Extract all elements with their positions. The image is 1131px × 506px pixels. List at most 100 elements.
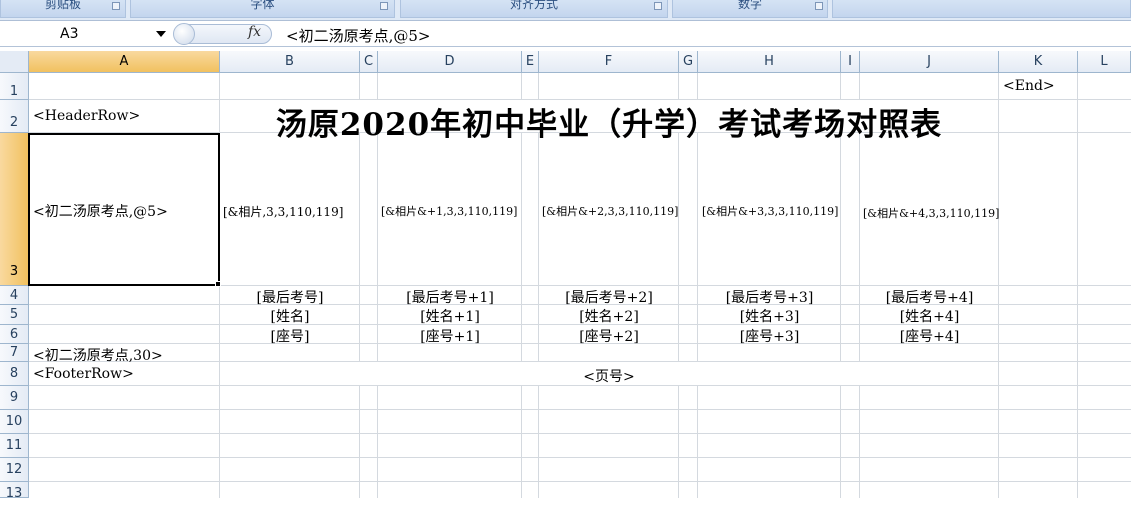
clipboard-launcher-icon[interactable] — [112, 2, 120, 10]
row-header-12[interactable]: 12 — [0, 458, 29, 482]
ribbon-group-font[interactable]: 字体 — [130, 0, 395, 18]
row-header-13[interactable]: 13 — [0, 482, 29, 501]
column-header-i[interactable]: I — [841, 51, 860, 73]
column-header-l[interactable]: L — [1078, 51, 1131, 73]
column-header-k[interactable]: K — [999, 51, 1078, 73]
formula-input-value: <初二汤原考点,@5> — [286, 27, 431, 45]
cell-f3-text: [&相片&+2,3,3,110,119] — [542, 205, 679, 218]
cell-a2-text: <HeaderRow> — [33, 108, 141, 124]
cell-j3[interactable]: [&相片&+4,3,3,110,119] — [863, 205, 999, 221]
column-header-f[interactable]: F — [539, 51, 679, 73]
formula-input[interactable]: <初二汤原考点,@5> — [286, 25, 430, 46]
column-header-e[interactable]: E — [522, 51, 539, 73]
row-header-8[interactable]: 8 — [0, 362, 29, 386]
column-label: J — [927, 54, 931, 69]
row-header-5[interactable]: 5 — [0, 305, 29, 325]
cell-f5[interactable]: [姓名+2] — [539, 306, 679, 326]
name-box-value: A3 — [60, 26, 79, 42]
cell-j5-text: [姓名+4] — [899, 309, 960, 325]
sheet-title[interactable]: 汤原2020年初中毕业（升学）考试考场对照表 — [220, 99, 998, 144]
column-label: D — [444, 54, 455, 69]
cell-b6[interactable]: [座号] — [220, 326, 360, 346]
row-header-1[interactable]: 1 — [0, 73, 29, 100]
column-label: I — [848, 54, 852, 69]
resize-handle-icon[interactable] — [173, 23, 195, 45]
cell-b4[interactable]: [最后考号] — [220, 287, 360, 307]
row-header-4[interactable]: 4 — [0, 286, 29, 305]
cell-h6-text: [座号+3] — [739, 329, 800, 345]
cell-j6[interactable]: [座号+4] — [860, 326, 999, 346]
fill-handle[interactable] — [215, 281, 221, 287]
column-label: E — [525, 54, 535, 69]
column-label: L — [1100, 54, 1108, 69]
column-header-g[interactable]: G — [679, 51, 698, 73]
cell-h6[interactable]: [座号+3] — [698, 326, 841, 346]
row-header-10[interactable]: 10 — [0, 410, 29, 434]
ribbon-group-alignment[interactable]: 对齐方式 — [400, 0, 668, 18]
row-header-7[interactable]: 7 — [0, 344, 29, 362]
cell-h3-text: [&相片&+3,3,3,110,119] — [702, 205, 839, 218]
cell-j6-text: [座号+4] — [899, 329, 960, 345]
row-label: 11 — [5, 438, 23, 453]
column-header-d[interactable]: D — [378, 51, 522, 73]
cell-j4[interactable]: [最后考号+4] — [860, 287, 999, 307]
grid-line — [29, 457, 1131, 458]
cell-b3-text: [&相片,3,3,110,119] — [223, 205, 344, 219]
ribbon-group-number[interactable]: 数字 — [672, 0, 828, 18]
cell-f5-text: [姓名+2] — [579, 309, 639, 325]
cell-a8[interactable]: <FooterRow> — [33, 366, 134, 382]
column-header-b[interactable]: B — [220, 51, 360, 73]
column-header-a[interactable]: A — [29, 51, 220, 73]
number-launcher-icon[interactable] — [815, 2, 823, 10]
cell-a7-text: <初二汤原考点,30> — [33, 348, 163, 364]
cell-k1[interactable]: <End> — [1003, 78, 1055, 94]
cell-d6[interactable]: [座号+1] — [378, 326, 522, 346]
cell-h5[interactable]: [姓名+3] — [698, 306, 841, 326]
column-header-c[interactable]: C — [360, 51, 378, 73]
row-label: 13 — [5, 486, 23, 501]
ribbon-group-clipboard[interactable]: 剪贴板 — [0, 0, 126, 18]
name-box[interactable]: A3 — [0, 23, 172, 45]
cell-d4-text: [最后考号+1] — [406, 290, 494, 306]
chevron-down-icon[interactable] — [156, 31, 166, 37]
cell-d5[interactable]: [姓名+1] — [378, 306, 522, 326]
cell-d4[interactable]: [最后考号+1] — [378, 287, 522, 307]
cell-j5[interactable]: [姓名+4] — [860, 306, 999, 326]
row-label: 10 — [5, 414, 23, 429]
cell-d3[interactable]: [&相片&+1,3,3,110,119] — [381, 203, 517, 219]
cell-f3[interactable]: [&相片&+2,3,3,110,119] — [542, 203, 678, 219]
column-label: H — [764, 54, 774, 69]
grid-line — [29, 433, 1131, 434]
cell-f4[interactable]: [最后考号+2] — [539, 287, 679, 307]
row-header-6[interactable]: 6 — [0, 325, 29, 344]
ribbon-group-number-label: 数字 — [737, 0, 762, 11]
cell-a2[interactable]: <HeaderRow> — [33, 108, 140, 124]
column-header-h[interactable]: H — [698, 51, 841, 73]
font-launcher-icon[interactable] — [380, 2, 388, 10]
cell-b3[interactable]: [&相片,3,3,110,119] — [223, 203, 343, 220]
row-header-9[interactable]: 9 — [0, 386, 29, 410]
row-label: 4 — [9, 288, 19, 303]
column-header-j[interactable]: J — [860, 51, 999, 73]
row-header-3[interactable]: 3 — [0, 133, 29, 286]
alignment-launcher-icon[interactable] — [654, 2, 662, 10]
cell-b6-text: [座号] — [270, 329, 310, 345]
cell-a7[interactable]: <初二汤原考点,30> — [33, 345, 163, 365]
row-label: 9 — [9, 390, 19, 405]
ribbon-group-empty — [832, 0, 1131, 18]
row-label: 7 — [9, 345, 19, 360]
row-header-11[interactable]: 11 — [0, 434, 29, 458]
cell-h4[interactable]: [最后考号+3] — [698, 287, 841, 307]
select-all-corner[interactable] — [0, 51, 29, 73]
row-header-2[interactable]: 2 — [0, 100, 29, 133]
cell-b5[interactable]: [姓名] — [220, 306, 360, 326]
page-number-cell[interactable]: <页号> — [220, 366, 998, 386]
column-label: F — [604, 54, 613, 69]
cell-h3[interactable]: [&相片&+3,3,3,110,119] — [702, 203, 838, 219]
cell-a8-text: <FooterRow> — [33, 366, 134, 382]
cell-f6[interactable]: [座号+2] — [539, 326, 679, 346]
row-label: 5 — [9, 307, 19, 322]
cell-h4-text: [最后考号+3] — [725, 290, 814, 306]
insert-function-icon[interactable]: fx — [248, 24, 261, 40]
cell-h5-text: [姓名+3] — [739, 309, 800, 325]
